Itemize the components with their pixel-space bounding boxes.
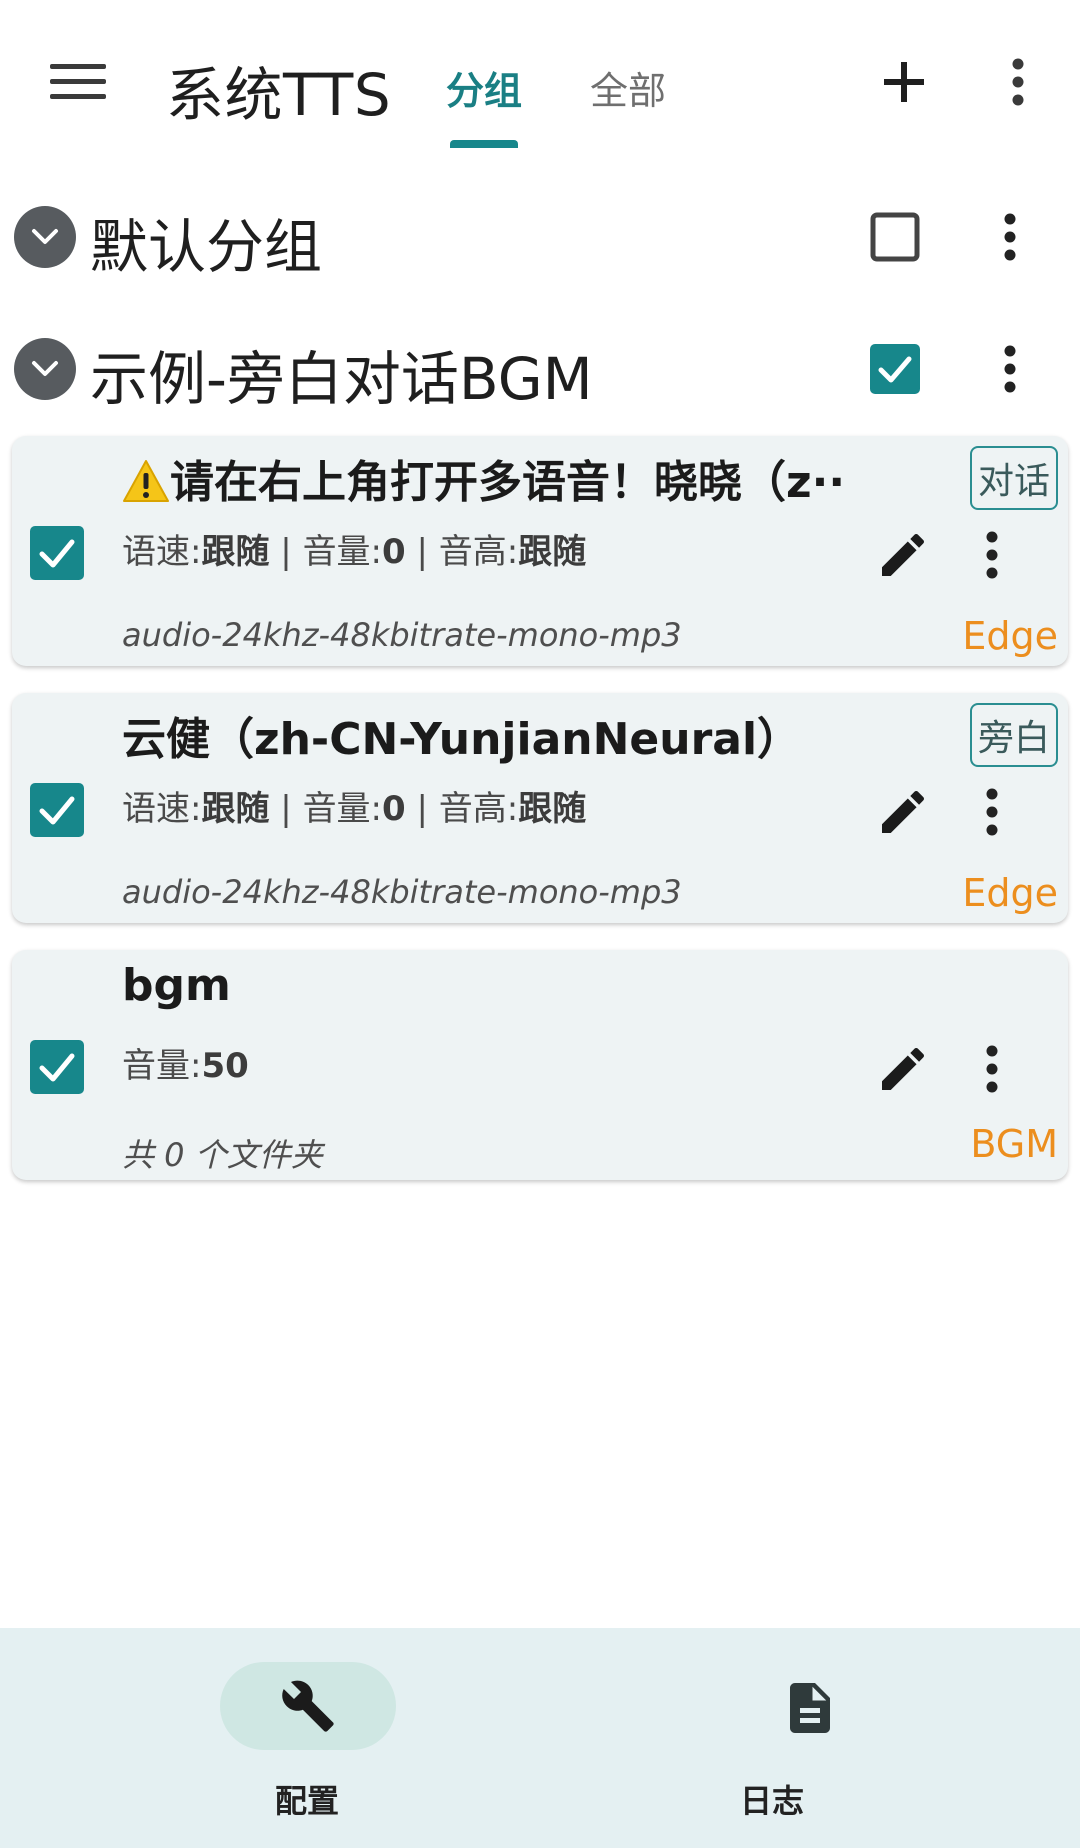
nav-active-indicator [220, 1662, 396, 1750]
item-format: audio-24khz-48kbitrate-mono-mp3 [122, 873, 682, 911]
bgm-item-card[interactable]: bgm 音量:50 共 0 个文件夹 BGM [12, 950, 1068, 1180]
group-expand-button[interactable] [14, 338, 76, 400]
chevron-down-icon [32, 361, 58, 376]
chevron-down-icon [32, 229, 58, 244]
group-checkbox[interactable] [870, 212, 920, 262]
tts-item-card[interactable]: 云健（zh-CN-YunjianNeural） 语速:跟随 | 音量:0 | 音… [12, 693, 1068, 923]
nav-item-log[interactable]: 日志 [540, 1628, 1080, 1848]
nav-item-config[interactable]: 配置 [0, 1628, 540, 1848]
item-checkbox[interactable] [30, 526, 84, 580]
group-more-button[interactable] [986, 338, 1034, 400]
warning-icon [123, 460, 169, 502]
more-vert-icon [1004, 345, 1016, 393]
role-tag: 对话 [969, 446, 1058, 510]
edit-button[interactable] [870, 1036, 936, 1102]
group-name: 示例-旁白对话BGM [90, 345, 593, 413]
wrench-icon [282, 1680, 334, 1732]
edit-button[interactable] [870, 779, 936, 845]
menu-button[interactable] [38, 50, 118, 114]
tab-group[interactable]: 分组 [446, 60, 522, 115]
item-title: bgm [122, 960, 231, 1011]
item-params: 音量:50 [122, 1046, 249, 1086]
engine-tag: Edge [962, 871, 1058, 915]
item-title: 云健（zh-CN-YunjianNeural） [122, 714, 802, 765]
item-checkbox[interactable] [30, 783, 84, 837]
group-default[interactable]: 默认分组 [0, 192, 1080, 282]
item-title-text: 请在右上角打开多语音！晓晓（z·· [170, 457, 846, 508]
plus-icon [884, 62, 924, 102]
add-button[interactable] [870, 48, 938, 116]
more-vert-icon [986, 788, 998, 836]
group-name: 默认分组 [90, 213, 323, 281]
nav-label: 日志 [740, 1782, 805, 1820]
group-more-button[interactable] [986, 206, 1034, 268]
engine-tag: BGM [970, 1122, 1058, 1166]
more-options-button[interactable] [990, 48, 1046, 116]
app-title: 系统TTS [166, 61, 392, 129]
more-vert-icon [986, 531, 998, 579]
top-app-bar: 系统TTS 分组 全部 [0, 0, 1080, 160]
nav-label: 配置 [275, 1782, 340, 1820]
nav-icon-wrap [770, 1668, 850, 1748]
group-expand-button[interactable] [14, 206, 76, 268]
item-checkbox[interactable] [30, 1040, 84, 1094]
more-vert-icon [1004, 213, 1016, 261]
group-sample[interactable]: 示例-旁白对话BGM [0, 324, 1080, 414]
item-more-button[interactable] [972, 522, 1012, 588]
item-more-button[interactable] [972, 1036, 1012, 1102]
tab-all[interactable]: 全部 [590, 60, 666, 115]
bottom-navigation: 配置 日志 [0, 1628, 1080, 1848]
group-checkbox[interactable] [870, 344, 920, 394]
pencil-icon [882, 1047, 925, 1090]
tab-indicator [450, 140, 518, 148]
item-more-button[interactable] [972, 779, 1012, 845]
more-vert-icon [1012, 58, 1024, 106]
menu-icon [50, 64, 106, 99]
item-folder-count: 共 0 个文件夹 [122, 1136, 323, 1174]
engine-tag: Edge [962, 614, 1058, 658]
document-icon [790, 1683, 830, 1733]
more-vert-icon [986, 1045, 998, 1093]
role-tag: 旁白 [969, 703, 1058, 767]
item-title: 请在右上角打开多语音！晓晓（z·· [122, 446, 845, 510]
item-params: 语速:跟随 | 音量:0 | 音高:跟随 [122, 532, 587, 572]
pencil-icon [882, 533, 925, 576]
tts-item-card[interactable]: 请在右上角打开多语音！晓晓（z·· 语速:跟随 | 音量:0 | 音高:跟随 a… [12, 436, 1068, 666]
item-format: audio-24khz-48kbitrate-mono-mp3 [122, 616, 682, 654]
edit-button[interactable] [870, 522, 936, 588]
item-params: 语速:跟随 | 音量:0 | 音高:跟随 [122, 789, 587, 829]
pencil-icon [882, 790, 925, 833]
